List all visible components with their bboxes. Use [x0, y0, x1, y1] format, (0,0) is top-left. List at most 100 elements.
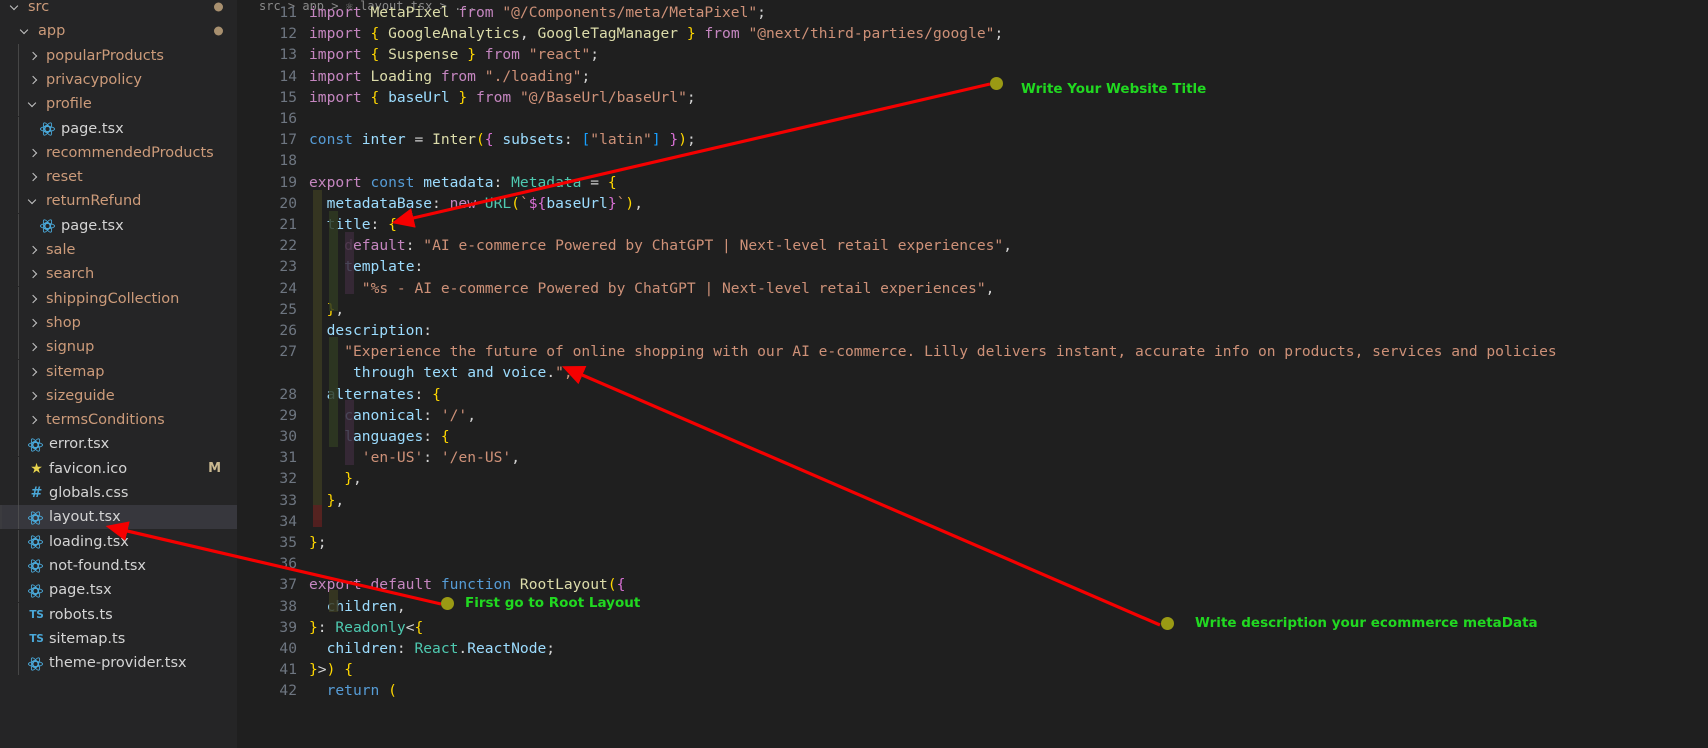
- chevron-right-icon[interactable]: [26, 335, 42, 359]
- tree-folder-recommendedProducts[interactable]: recommendedProducts: [0, 140, 237, 165]
- indent-scope-bar: [329, 590, 338, 612]
- chevron-down-icon[interactable]: [26, 189, 42, 213]
- tree-file-page.tsx[interactable]: page.tsx: [0, 116, 237, 141]
- tree-item-label: robots.ts: [49, 606, 113, 623]
- tree-item-label: sitemap: [46, 363, 105, 380]
- code-line[interactable]: 29 canonical: '/',: [237, 405, 1708, 426]
- code-line[interactable]: 18: [237, 150, 1708, 171]
- code-line[interactable]: 24 "%s - AI e-commerce Powered by ChatGP…: [237, 278, 1708, 299]
- code-line[interactable]: 30 languages: {: [237, 426, 1708, 447]
- line-number: 29: [279, 406, 297, 424]
- line-content: template:: [344, 258, 424, 276]
- tree-folder-shippingCollection[interactable]: shippingCollection: [0, 286, 237, 311]
- chevron-right-icon[interactable]: [26, 311, 42, 335]
- code-line[interactable]: 35};: [237, 532, 1708, 553]
- tree-item-label: not-found.tsx: [49, 557, 146, 574]
- tree-folder-reset[interactable]: reset: [0, 165, 237, 190]
- tree-file-theme-provider.tsx[interactable]: theme-provider.tsx: [0, 651, 237, 676]
- code-line[interactable]: 20 metadataBase: new URL(`${baseUrl}`),: [237, 193, 1708, 214]
- tree-folder-termsConditions[interactable]: termsConditions: [0, 408, 237, 433]
- tree-folder-signup[interactable]: signup: [0, 335, 237, 360]
- code-line[interactable]: 16: [237, 108, 1708, 129]
- chevron-down-icon[interactable]: [8, 0, 24, 19]
- chevron-right-icon[interactable]: [26, 238, 42, 262]
- chevron-right-icon[interactable]: [26, 384, 42, 408]
- code-line[interactable]: 41}>) {: [237, 659, 1708, 680]
- line-content: import Loading from "./loading";: [309, 67, 591, 85]
- tree-item-label: termsConditions: [46, 412, 165, 429]
- tree-file-sitemap.ts[interactable]: TS sitemap.ts: [0, 626, 237, 651]
- tree-folder-returnRefund[interactable]: returnRefund: [0, 189, 237, 214]
- tree-folder-shop[interactable]: shop: [0, 310, 237, 335]
- chevron-down-icon[interactable]: [18, 19, 34, 43]
- code-line[interactable]: through text and voice.",: [237, 362, 1708, 383]
- chevron-down-icon[interactable]: [26, 92, 42, 116]
- code-line[interactable]: 27 "Experience the future of online shop…: [237, 341, 1708, 362]
- code-line[interactable]: 33 },: [237, 490, 1708, 511]
- chevron-right-icon[interactable]: [26, 44, 42, 68]
- indent-guide: [18, 213, 19, 238]
- tree-folder-privacypolicy[interactable]: privacypolicy: [0, 67, 237, 92]
- code-line[interactable]: 39}: Readonly<{: [237, 617, 1708, 638]
- tree-item-label: signup: [46, 339, 95, 356]
- code-line[interactable]: 23 template:: [237, 256, 1708, 277]
- chevron-right-icon[interactable]: [26, 360, 42, 384]
- tree-file-globals.css[interactable]: # globals.css: [0, 481, 237, 505]
- tree-folder-sizeguide[interactable]: sizeguide: [0, 383, 237, 408]
- code-line[interactable]: 31 'en-US': '/en-US',: [237, 447, 1708, 468]
- line-content: default: "AI e-commerce Powered by ChatG…: [344, 237, 1012, 255]
- tree-item-label: error.tsx: [49, 436, 110, 453]
- tree-folder-src[interactable]: src: [0, 0, 237, 19]
- code-line[interactable]: 40 children: React.ReactNode;: [237, 638, 1708, 659]
- tree-folder-profile[interactable]: profile: [0, 92, 237, 117]
- code-line[interactable]: 38 children,: [237, 596, 1708, 617]
- tree-folder-sitemap[interactable]: sitemap: [0, 359, 237, 384]
- tree-folder-app[interactable]: app: [0, 19, 237, 43]
- code-line[interactable]: 19 export const metadata: Metadata = {: [237, 172, 1708, 193]
- code-line[interactable]: 32 },: [237, 468, 1708, 489]
- chevron-right-icon[interactable]: [26, 287, 42, 311]
- tree-folder-popularProducts[interactable]: popularProducts: [0, 43, 237, 68]
- chevron-right-icon[interactable]: [26, 165, 42, 189]
- tree-folder-sale[interactable]: sale: [0, 238, 237, 262]
- tree-file-error.tsx[interactable]: error.tsx: [0, 432, 237, 457]
- tree-folder-search[interactable]: search: [0, 262, 237, 287]
- tree-file-page.tsx[interactable]: page.tsx: [0, 578, 237, 603]
- line-number: 14: [279, 67, 297, 85]
- file-explorer-sidebar[interactable]: src app popularProducts privacypolicy profil…: [0, 0, 237, 748]
- line-number: 31: [279, 449, 297, 467]
- code-line[interactable]: 17 const inter = Inter({ subsets: ["latin…: [237, 129, 1708, 150]
- tree-file-favicon.ico[interactable]: ★ favicon.ico M: [0, 456, 237, 481]
- code-line[interactable]: 13 import { Suspense } from "react";: [237, 44, 1708, 65]
- code-line[interactable]: 12 import { GoogleAnalytics, GoogleTagMan…: [237, 23, 1708, 44]
- code-line[interactable]: 36: [237, 553, 1708, 574]
- code-editor[interactable]: src > app > ⚛ layout.tsx > ... 11 import …: [237, 0, 1708, 748]
- chevron-right-icon[interactable]: [26, 262, 42, 286]
- tree-file-loading.tsx[interactable]: loading.tsx: [0, 529, 237, 554]
- line-number: 12: [279, 25, 297, 43]
- tree-file-robots.ts[interactable]: TS robots.ts: [0, 602, 237, 627]
- code-line[interactable]: 42 return (: [237, 680, 1708, 701]
- tree-file-not-found.tsx[interactable]: not-found.tsx: [0, 553, 237, 578]
- chevron-right-icon[interactable]: [26, 408, 42, 432]
- code-line[interactable]: 15 import { baseUrl } from "@/BaseUrl/bas…: [237, 87, 1708, 108]
- line-content: children: React.ReactNode;: [326, 640, 556, 657]
- code-line[interactable]: 26 description:: [237, 320, 1708, 341]
- indent-guide: [18, 383, 19, 408]
- tree-item-label: recommendedProducts: [46, 144, 214, 161]
- tree-file-layout.tsx[interactable]: layout.tsx: [0, 505, 237, 530]
- ts-icon: TS: [29, 608, 44, 621]
- chevron-right-icon[interactable]: [26, 68, 42, 92]
- code-line[interactable]: 21 title: {: [237, 214, 1708, 235]
- code-line[interactable]: 11 import MetaPixel from "@/Components/me…: [237, 2, 1708, 23]
- code-line[interactable]: 37 export default function RootLayout({: [237, 574, 1708, 595]
- code-line[interactable]: 28 alternates: {: [237, 384, 1708, 405]
- editor-window: src app popularProducts privacypolicy profil…: [0, 0, 1708, 748]
- code-line[interactable]: 25 },: [237, 299, 1708, 320]
- tree-file-page.tsx[interactable]: page.tsx: [0, 213, 237, 238]
- code-line[interactable]: 34: [237, 511, 1708, 532]
- code-line[interactable]: 14 import Loading from "./loading";: [237, 66, 1708, 87]
- indent-guide: [18, 92, 19, 117]
- chevron-right-icon[interactable]: [26, 141, 42, 165]
- code-line[interactable]: 22 default: "AI e-commerce Powered by Ch…: [237, 235, 1708, 256]
